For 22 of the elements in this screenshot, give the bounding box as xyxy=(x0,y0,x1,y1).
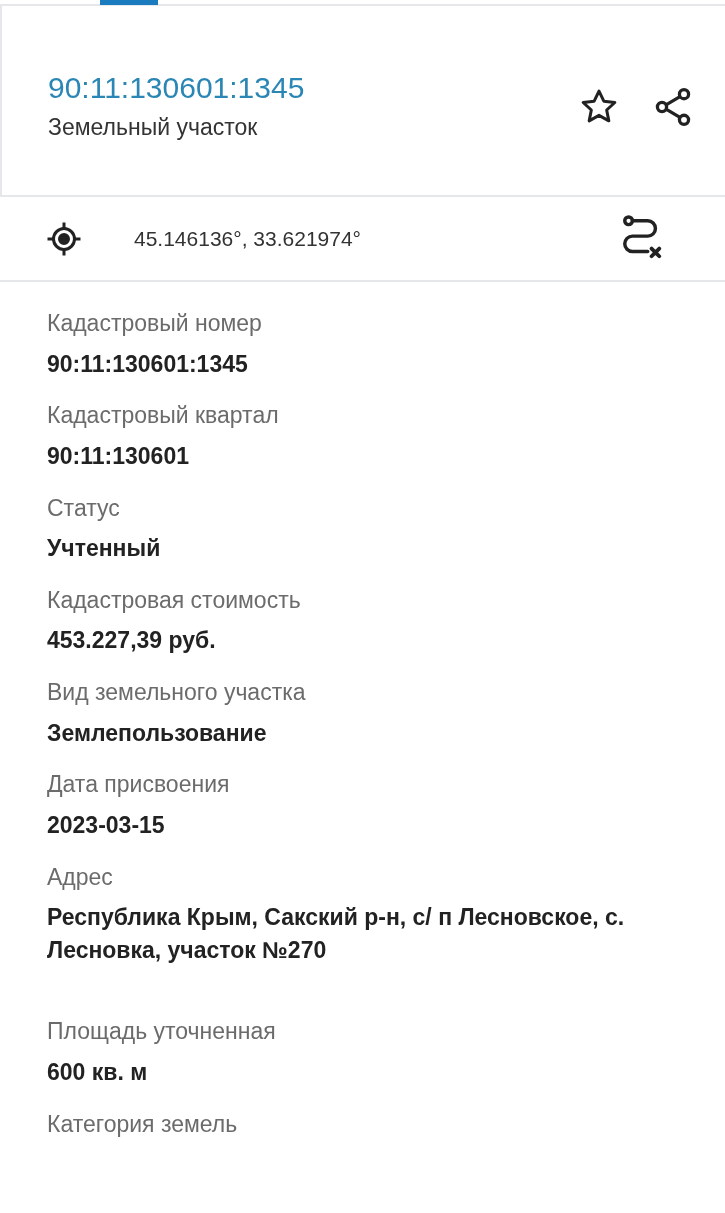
field-label: Кадастровый квартал xyxy=(47,402,280,430)
parcel-number-title: 90:11:130601:1345 xyxy=(48,70,306,107)
field-label: Дата присвоения xyxy=(47,771,231,799)
field-label: Площадь уточненная xyxy=(47,1018,277,1046)
field-value: 2023-03-15 xyxy=(47,810,166,840)
field-value: Республика Крым, Сакский р-н, с/ п Лесновское, с. Лесновка, участок №270 xyxy=(47,903,626,965)
field-value: Учтенный xyxy=(47,534,162,564)
field-label: Статус xyxy=(47,494,121,523)
parcel-type: Земельный участок xyxy=(48,112,259,142)
field-label: Вид земельного участка xyxy=(47,679,307,707)
location-target-icon[interactable] xyxy=(46,220,82,257)
field-label: Кадастровый номер xyxy=(47,310,263,338)
field-value: Землепользование xyxy=(47,718,268,748)
field-value: 453.227,39 руб. xyxy=(47,626,217,656)
field-label: Адрес xyxy=(47,863,114,892)
coordinates-text: 45.146136°, 33.621974° xyxy=(134,225,362,252)
field-value: 90:11:130601:1345 xyxy=(47,349,249,379)
field-label: Категория земель xyxy=(47,1110,239,1139)
field-value: 90:11:130601 xyxy=(47,441,190,471)
field-label: Кадастровая стоимость xyxy=(47,586,302,615)
field-value: 600 кв. м xyxy=(47,1058,149,1087)
tab-indicator xyxy=(100,0,158,5)
